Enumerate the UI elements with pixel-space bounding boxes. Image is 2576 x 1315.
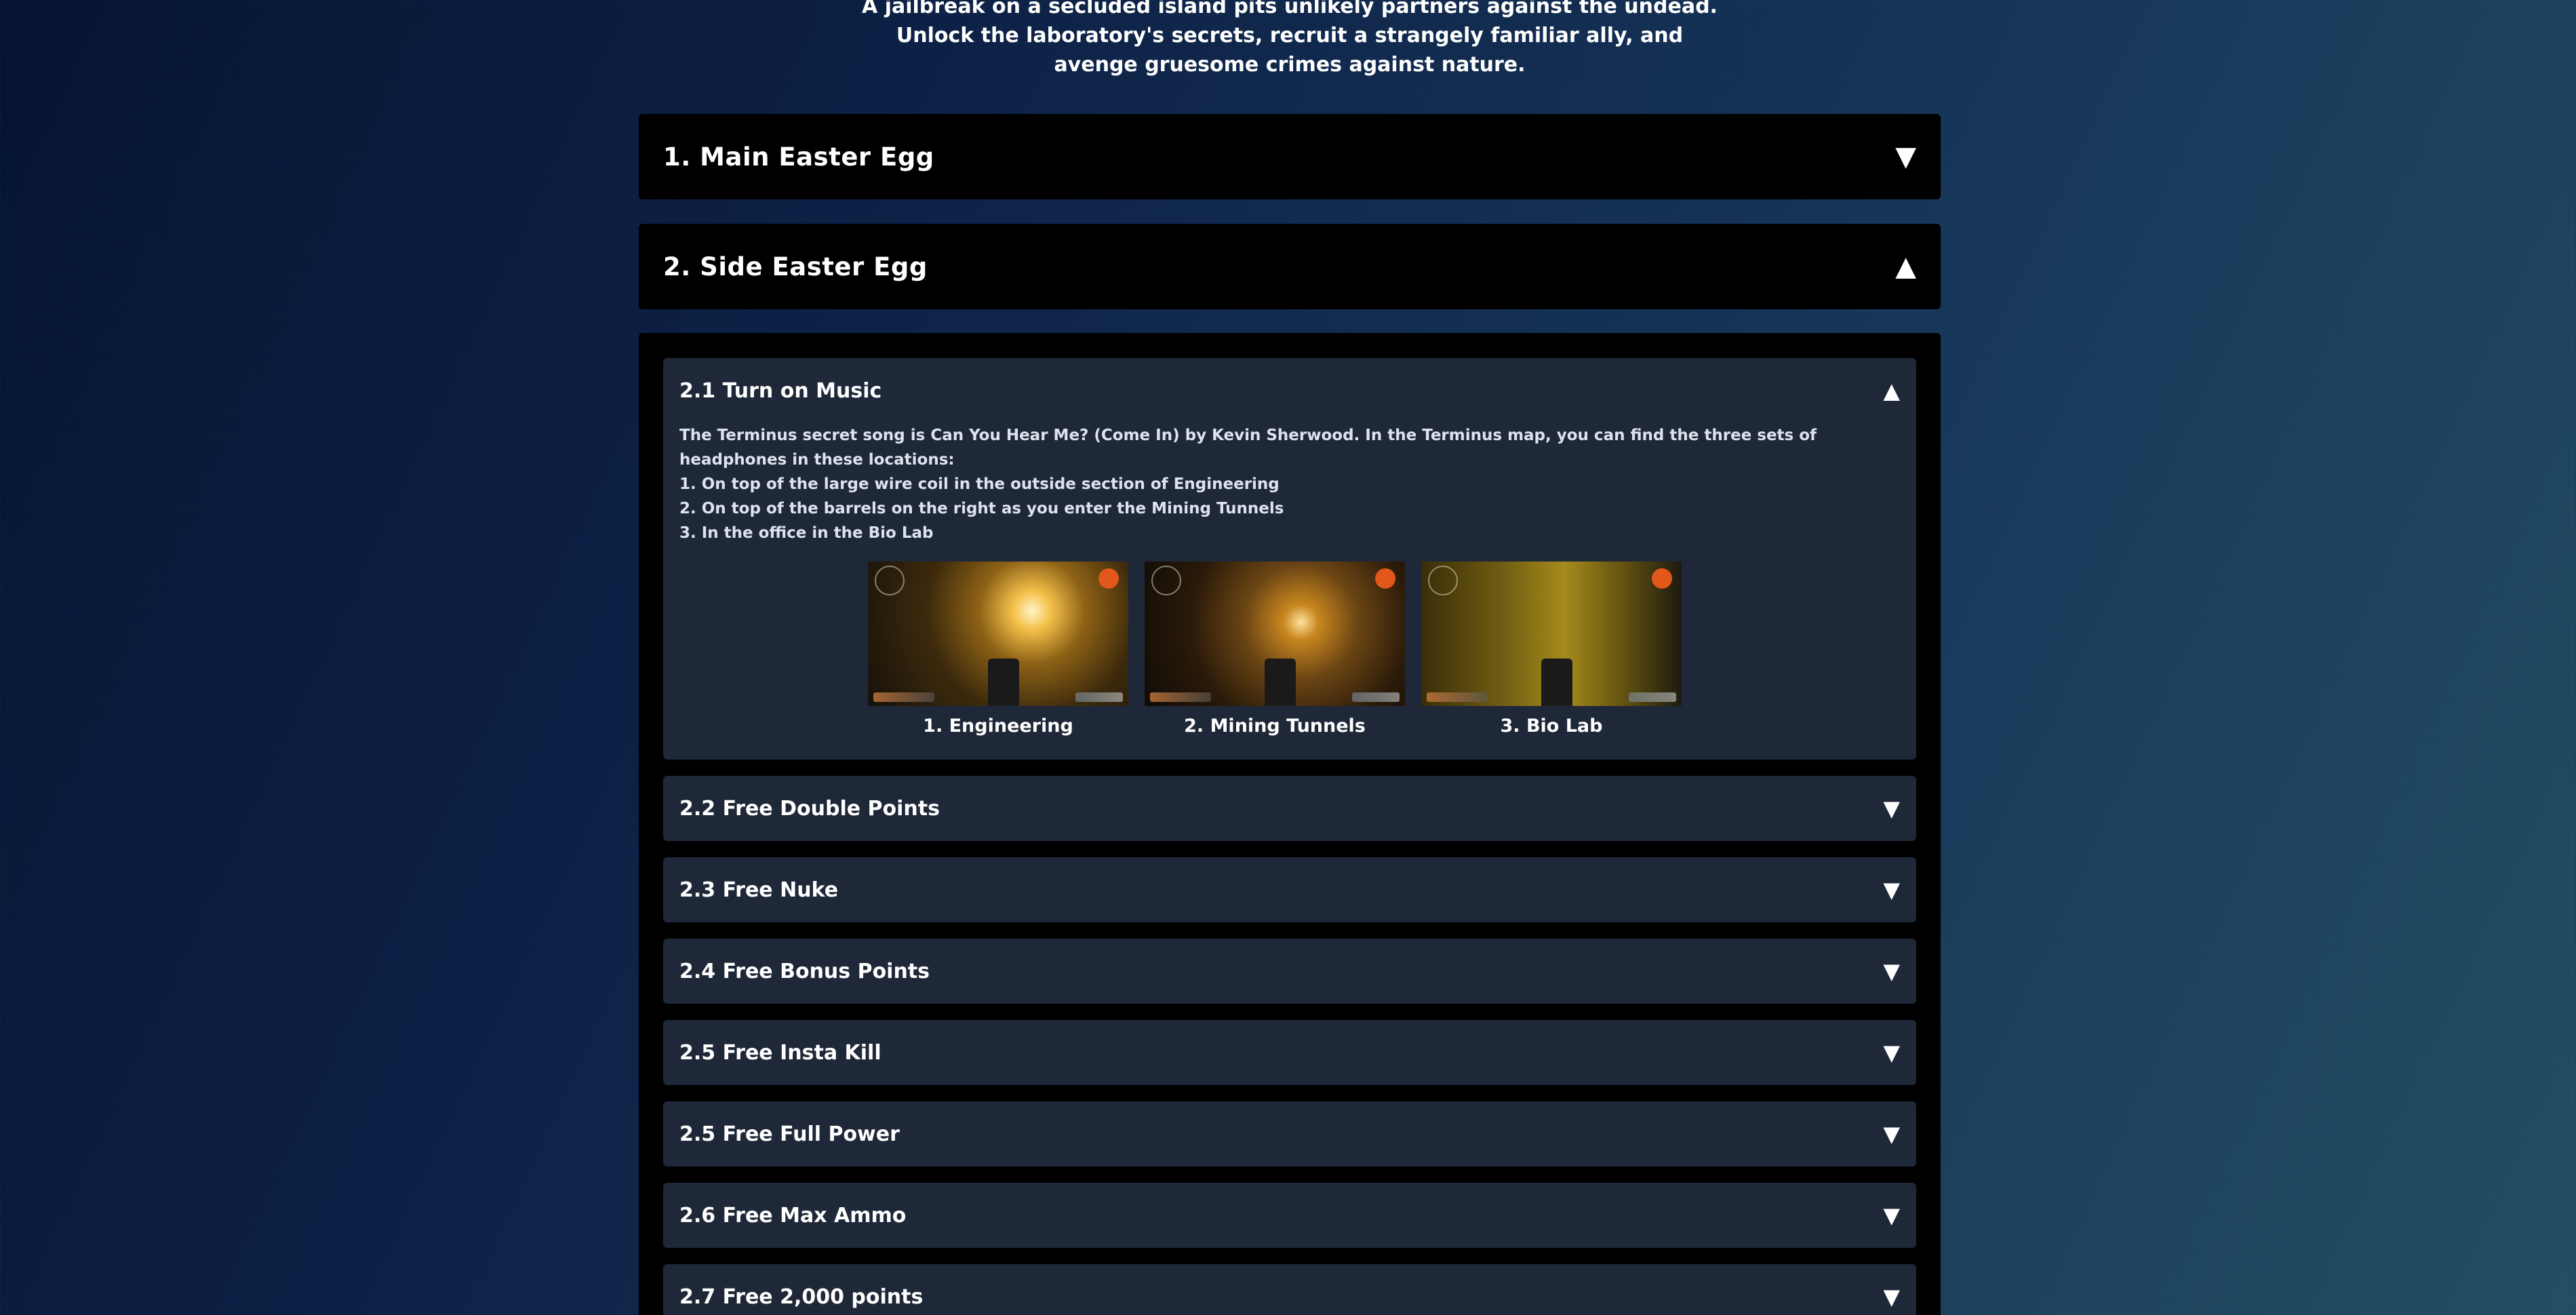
hud-bar	[1629, 692, 1676, 702]
chevron-down-icon: ▼	[1883, 958, 1900, 984]
subsection-free-2000-points[interactable]: 2.7 Free 2,000 points ▼	[663, 1264, 1916, 1315]
section-title: 1. Main Easter Egg	[663, 142, 934, 172]
subsection-free-nuke[interactable]: 2.3 Free Nuke ▼	[663, 857, 1916, 922]
subsection-title: 2.7 Free 2,000 points	[679, 1284, 924, 1309]
hud-bar	[1075, 692, 1123, 702]
hud-bar	[1352, 692, 1400, 702]
subsection-free-bonus-points[interactable]: 2.4 Free Bonus Points ▼	[663, 939, 1916, 1004]
subsection-title: 2.6 Free Max Ammo	[679, 1203, 907, 1228]
subsection-free-full-power[interactable]: 2.5 Free Full Power ▼	[663, 1101, 1916, 1166]
step-item: 3. In the office in the Bio Lab	[679, 524, 934, 542]
chevron-up-icon: ▲	[1895, 251, 1916, 282]
weapon-graphic	[987, 659, 1019, 706]
image-caption: 2. Mining Tunnels	[1184, 715, 1366, 737]
chevron-down-icon: ▼	[1883, 1121, 1900, 1147]
weapon-graphic	[1541, 659, 1572, 706]
subsection-turn-on-music: 2.1 Turn on Music ▲ The Terminus secret …	[663, 358, 1916, 760]
gallery-item-bio-lab: 3. Bio Lab	[1421, 562, 1682, 737]
rank-badge-icon	[1375, 568, 1395, 589]
gallery-item-engineering: 1. Engineering	[868, 562, 1128, 737]
subsection-title: 2.3 Free Nuke	[679, 878, 839, 902]
chevron-down-icon: ▼	[1895, 141, 1916, 172]
chevron-down-icon: ▼	[1883, 1284, 1900, 1310]
description-text: headphones in these locations:	[679, 451, 955, 469]
step-item: 1. On top of the large wire coil in the …	[679, 475, 1280, 493]
description-text: The Terminus secret song is Can You Hear…	[679, 427, 1817, 444]
step-item: 2. On top of the barrels on the right as…	[679, 500, 1284, 517]
minimap-icon	[1428, 566, 1458, 595]
rank-badge-icon	[1098, 568, 1119, 589]
section-title: 2. Side Easter Egg	[663, 252, 928, 281]
subsection-content: The Terminus secret song is Can You Hear…	[663, 423, 1916, 545]
intro-line: Unlock the laboratory's secrets, recruit…	[896, 24, 1684, 47]
chevron-down-icon: ▼	[1883, 796, 1900, 821]
subsection-title: 2.4 Free Bonus Points	[679, 959, 930, 983]
subsection-header[interactable]: 2.1 Turn on Music ▲	[663, 358, 1916, 423]
minimap-icon	[1151, 566, 1181, 595]
subsection-title: 2.5 Free Insta Kill	[679, 1040, 881, 1065]
intro-line: avenge gruesome crimes against nature.	[1054, 53, 1526, 77]
engineering-screenshot[interactable]	[868, 562, 1128, 706]
weapon-graphic	[1264, 659, 1296, 706]
hud-bar	[1150, 692, 1211, 702]
gallery-item-mining-tunnels: 2. Mining Tunnels	[1145, 562, 1405, 737]
mining-tunnels-screenshot[interactable]	[1145, 562, 1405, 706]
subsection-title: 2.5 Free Full Power	[679, 1122, 900, 1146]
section-main-easter-egg[interactable]: 1. Main Easter Egg ▼	[639, 114, 1941, 199]
hud-bar	[873, 692, 934, 702]
chevron-down-icon: ▼	[1883, 1040, 1900, 1065]
image-caption: 3. Bio Lab	[1500, 715, 1603, 737]
chevron-down-icon: ▼	[1883, 877, 1900, 903]
rank-badge-icon	[1652, 568, 1672, 589]
map-intro: A jailbreak on a secluded island pits un…	[639, 0, 1941, 79]
image-caption: 1. Engineering	[923, 715, 1073, 737]
chevron-up-icon: ▲	[1883, 378, 1900, 404]
minimap-icon	[875, 566, 905, 595]
subsection-free-max-ammo[interactable]: 2.6 Free Max Ammo ▼	[663, 1183, 1916, 1248]
hud-bar	[1427, 692, 1488, 702]
subsection-title: 2.2 Free Double Points	[679, 796, 940, 821]
bio-lab-screenshot[interactable]	[1421, 562, 1682, 706]
subsection-title: 2.1 Turn on Music	[679, 378, 882, 403]
chevron-down-icon: ▼	[1883, 1202, 1900, 1228]
subsection-free-insta-kill[interactable]: 2.5 Free Insta Kill ▼	[663, 1020, 1916, 1085]
section-side-easter-egg[interactable]: 2. Side Easter Egg ▲	[639, 224, 1941, 309]
subsection-free-double-points[interactable]: 2.2 Free Double Points ▼	[663, 776, 1916, 841]
intro-line: A jailbreak on a secluded island pits un…	[862, 0, 1718, 18]
headphone-location-gallery: 1. Engineering 2. Mining Tunnels 3. Bio …	[868, 562, 1682, 737]
